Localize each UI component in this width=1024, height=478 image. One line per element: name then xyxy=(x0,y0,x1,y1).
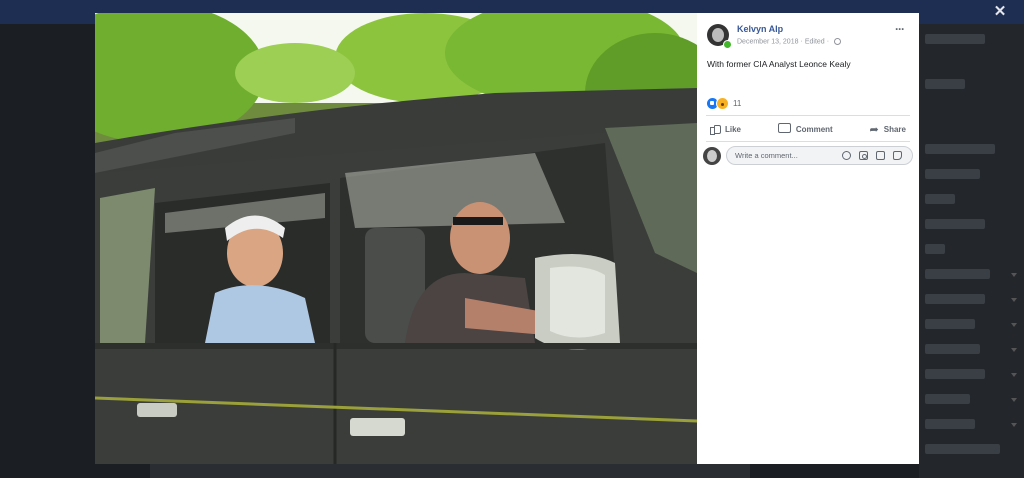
globe-icon[interactable] xyxy=(834,38,842,45)
author-name[interactable]: Kelvyn Alp xyxy=(737,24,783,34)
more-options-button[interactable]: ··· xyxy=(895,22,905,36)
sticker-icon[interactable] xyxy=(893,151,902,160)
share-arrow-icon: ➦ xyxy=(869,123,879,136)
divider xyxy=(706,141,910,142)
share-label: Share xyxy=(883,124,906,134)
post-photo[interactable] xyxy=(95,13,697,464)
viewer-avatar[interactable] xyxy=(703,147,721,165)
comment-box xyxy=(726,146,913,165)
post-details-panel: Kelvyn Alp December 13, 2018 · Edited · ···… xyxy=(697,13,919,464)
comment-button[interactable]: Comment xyxy=(774,119,837,139)
comment-input[interactable] xyxy=(735,150,835,161)
close-viewer-button[interactable]: ✕ xyxy=(992,4,1008,20)
wow-icon xyxy=(716,96,729,110)
share-button[interactable]: ➦ Share xyxy=(866,119,910,139)
edited-label[interactable]: Edited xyxy=(805,38,825,45)
gif-icon[interactable] xyxy=(876,151,885,160)
meta-separator: · xyxy=(800,38,803,46)
comment-label: Comment xyxy=(795,124,833,134)
background-sidebar xyxy=(919,24,1024,478)
thumbs-up-icon xyxy=(710,123,721,135)
emoji-icon[interactable] xyxy=(842,151,851,160)
like-button[interactable]: Like xyxy=(706,119,745,139)
meta-separator-2: · xyxy=(826,38,830,46)
background-feed-edge xyxy=(150,464,750,478)
reaction-count: 11 xyxy=(733,98,742,108)
photo-car-window-scene xyxy=(95,13,697,464)
camera-icon[interactable] xyxy=(859,151,868,160)
comment-bubble-icon xyxy=(777,122,791,133)
post-caption: With former CIA Analyst Leonce Kealy xyxy=(707,59,851,69)
post-date[interactable]: December 13, 2018 xyxy=(737,38,798,45)
post-meta: December 13, 2018 · Edited · xyxy=(737,38,842,46)
reactions-summary[interactable]: 11 xyxy=(706,96,742,110)
divider xyxy=(706,115,910,116)
post-actions: Like Comment ➦ Share xyxy=(706,119,910,139)
like-label: Like xyxy=(725,124,742,134)
online-status-dot xyxy=(723,40,732,49)
